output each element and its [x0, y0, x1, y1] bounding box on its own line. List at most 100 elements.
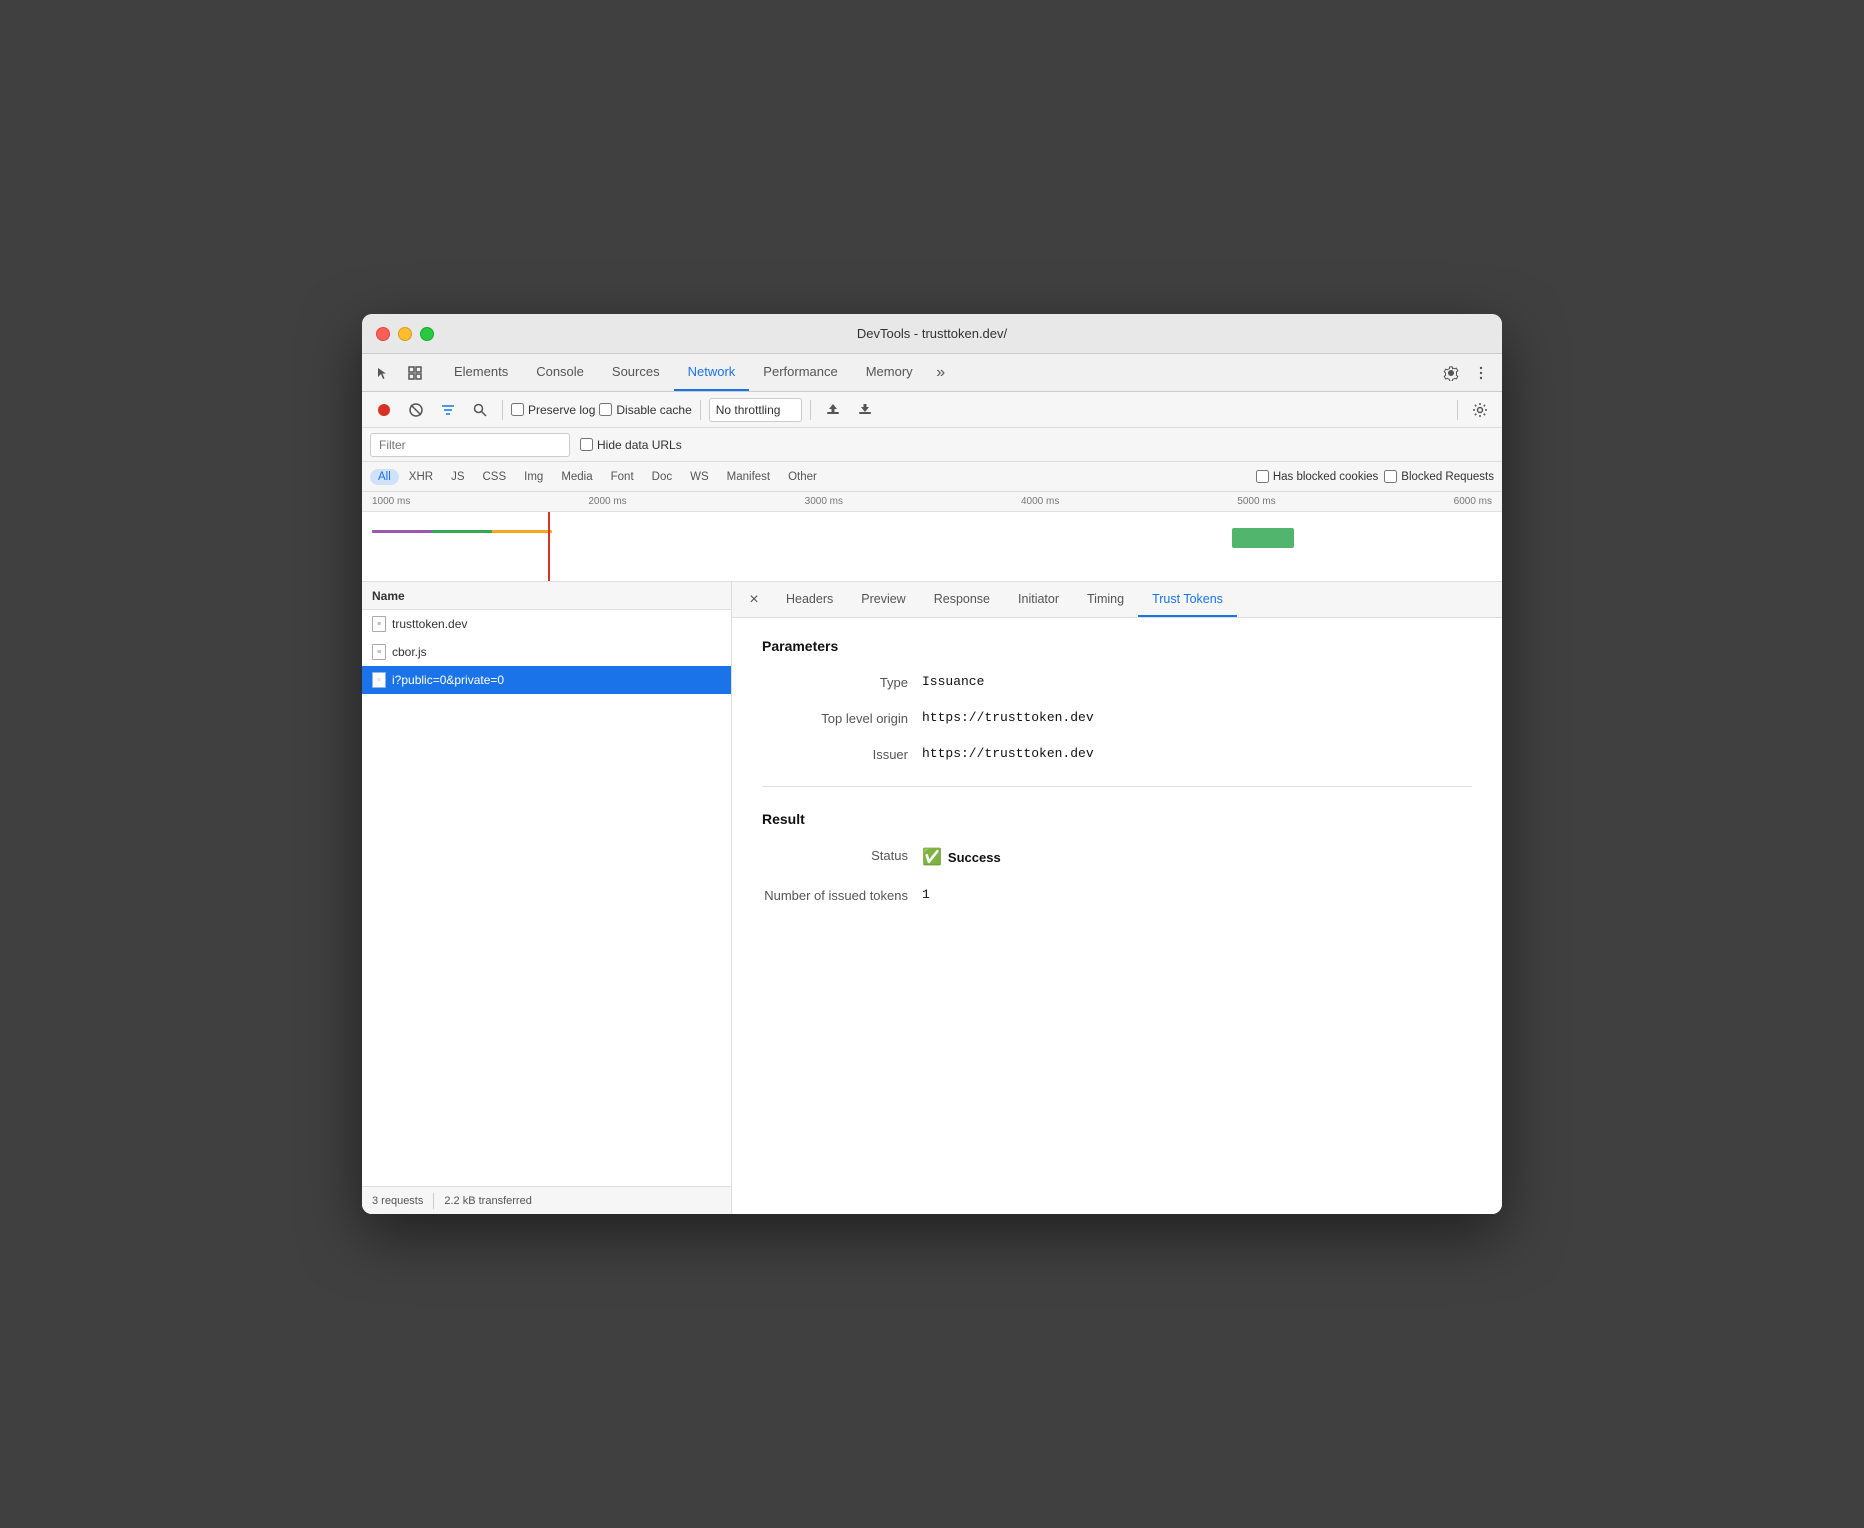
left-panel: Name ≡ trusttoken.dev ≡ cbor.js ≡ i?publ… [362, 582, 732, 1214]
tab-icon-group [370, 360, 428, 386]
tab-more-icon[interactable]: » [927, 359, 955, 387]
blocked-requests-checkbox[interactable] [1384, 470, 1397, 483]
minimize-button[interactable] [398, 327, 412, 341]
filter-all[interactable]: All [370, 469, 399, 485]
ruler-mark-2: 2000 ms [588, 496, 626, 507]
list-item-selected[interactable]: ≡ i?public=0&private=0 [362, 666, 731, 694]
has-blocked-cookies-label[interactable]: Has blocked cookies [1256, 470, 1378, 483]
issued-tokens-row: Number of issued tokens 1 [762, 887, 1472, 903]
maximize-button[interactable] [420, 327, 434, 341]
status-row: Status ✅ Success [762, 847, 1472, 867]
title-bar: DevTools - trusttoken.dev/ [362, 314, 1502, 354]
more-options-icon[interactable] [1468, 360, 1494, 386]
import-button[interactable] [819, 396, 847, 424]
tab-preview[interactable]: Preview [847, 582, 919, 617]
filter-doc[interactable]: Doc [644, 469, 680, 485]
detail-content: Parameters Type Issuance Top level origi… [732, 618, 1502, 1214]
ruler-mark-5: 5000 ms [1237, 496, 1275, 507]
timeline-canvas [362, 512, 1502, 582]
window-title: DevTools - trusttoken.dev/ [857, 326, 1007, 341]
disable-cache-checkbox[interactable]: Disable cache [599, 403, 691, 417]
hide-data-urls-label[interactable]: Hide data URLs [580, 438, 682, 452]
toolbar-right-icons [1457, 396, 1494, 424]
status-value: ✅ Success [922, 847, 1001, 867]
tab-console[interactable]: Console [522, 354, 598, 391]
file-icon: ≡ [372, 616, 386, 632]
filter-media[interactable]: Media [553, 469, 600, 485]
tab-timing[interactable]: Timing [1073, 582, 1138, 617]
top-level-origin-value: https://trusttoken.dev [922, 710, 1094, 725]
ruler-mark-6: 6000 ms [1454, 496, 1492, 507]
toolbar: Preserve log Disable cache No throttling… [362, 392, 1502, 428]
tab-performance[interactable]: Performance [749, 354, 851, 391]
filter-css[interactable]: CSS [474, 469, 514, 485]
tab-network[interactable]: Network [674, 354, 750, 391]
result-section: Result Status ✅ Success Number of issued… [762, 811, 1472, 903]
tab-trust-tokens[interactable]: Trust Tokens [1138, 582, 1237, 617]
close-detail-button[interactable]: × [740, 586, 768, 614]
list-item[interactable]: ≡ trusttoken.dev [362, 610, 731, 638]
hide-data-urls-checkbox[interactable] [580, 438, 593, 451]
timeline-highlight [1232, 528, 1294, 548]
filter-input[interactable] [370, 433, 570, 457]
traffic-lights [376, 327, 434, 341]
issuer-row: Issuer https://trusttoken.dev [762, 746, 1472, 762]
block-requests-button[interactable] [402, 396, 430, 424]
toolbar-separator-2 [700, 400, 701, 420]
ruler-mark-1: 1000 ms [372, 496, 410, 507]
result-title: Result [762, 811, 1472, 827]
tab-memory[interactable]: Memory [852, 354, 927, 391]
status-bar-divider [433, 1193, 434, 1209]
success-checkmark-icon: ✅ [922, 847, 942, 867]
tab-sources[interactable]: Sources [598, 354, 674, 391]
search-button[interactable] [466, 396, 494, 424]
tab-response[interactable]: Response [920, 582, 1004, 617]
type-filter-extra: Has blocked cookies Blocked Requests [1256, 470, 1494, 483]
filter-other[interactable]: Other [780, 469, 825, 485]
timeline-ruler: 1000 ms 2000 ms 3000 ms 4000 ms 5000 ms … [362, 492, 1502, 512]
preserve-log-input[interactable] [511, 403, 524, 416]
filter-manifest[interactable]: Manifest [719, 469, 778, 485]
disable-cache-input[interactable] [599, 403, 612, 416]
type-filters: All XHR JS CSS Img Media Font Doc WS Man… [362, 462, 1502, 492]
tab-initiator[interactable]: Initiator [1004, 582, 1073, 617]
filter-button[interactable] [434, 396, 462, 424]
filter-js[interactable]: JS [443, 469, 472, 485]
tab-elements[interactable]: Elements [440, 354, 522, 391]
file-name: trusttoken.dev [392, 617, 467, 631]
timeline-ruler-marks: 1000 ms 2000 ms 3000 ms 4000 ms 5000 ms … [372, 496, 1492, 507]
has-blocked-cookies-checkbox[interactable] [1256, 470, 1269, 483]
parameters-section: Parameters Type Issuance Top level origi… [762, 638, 1472, 762]
throttle-select[interactable]: No throttling Fast 3G Slow 3G Offline [709, 398, 802, 422]
issuer-label: Issuer [762, 746, 922, 762]
record-button[interactable] [370, 396, 398, 424]
tab-headers[interactable]: Headers [772, 582, 847, 617]
blocked-requests-label[interactable]: Blocked Requests [1384, 470, 1494, 483]
preserve-log-checkbox[interactable]: Preserve log [511, 403, 595, 417]
content-area: Name ≡ trusttoken.dev ≡ cbor.js ≡ i?publ… [362, 582, 1502, 1214]
section-divider [762, 786, 1472, 787]
timeline-section: 1000 ms 2000 ms 3000 ms 4000 ms 5000 ms … [362, 492, 1502, 582]
filter-ws[interactable]: WS [682, 469, 717, 485]
filter-xhr[interactable]: XHR [401, 469, 441, 485]
cursor-icon[interactable] [370, 360, 396, 386]
request-count: 3 requests [372, 1195, 423, 1207]
type-label: Type [762, 674, 922, 690]
list-item[interactable]: ≡ cbor.js [362, 638, 731, 666]
filter-font[interactable]: Font [603, 469, 642, 485]
parameters-title: Parameters [762, 638, 1472, 654]
export-button[interactable] [851, 396, 879, 424]
file-icon: ≡ [372, 644, 386, 660]
file-list: ≡ trusttoken.dev ≡ cbor.js ≡ i?public=0&… [362, 610, 731, 1186]
inspect-icon[interactable] [402, 360, 428, 386]
filter-img[interactable]: Img [516, 469, 551, 485]
status-bar: 3 requests 2.2 kB transferred [362, 1186, 731, 1214]
settings-gear-icon[interactable] [1438, 360, 1464, 386]
toolbar-separator-1 [502, 400, 503, 420]
file-name: i?public=0&private=0 [392, 673, 504, 687]
throttle-wrapper: No throttling Fast 3G Slow 3G Offline [709, 398, 802, 422]
tab-right-icons [1438, 360, 1494, 386]
close-button[interactable] [376, 327, 390, 341]
network-settings-icon[interactable] [1466, 396, 1494, 424]
issuer-value: https://trusttoken.dev [922, 746, 1094, 761]
